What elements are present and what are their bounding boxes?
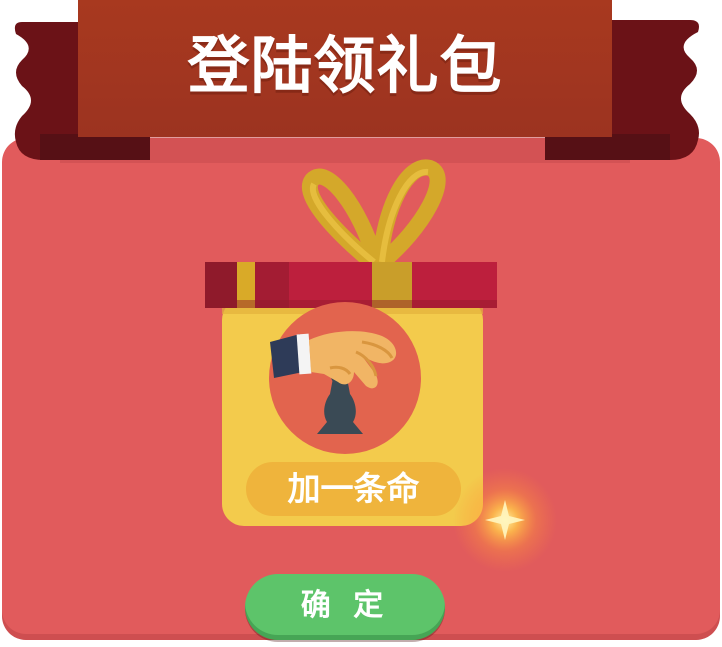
gift-box-lid — [205, 262, 497, 308]
page-title: 登陆领礼包 — [187, 29, 503, 102]
reward-label: 加一条命 — [246, 462, 461, 516]
confirm-button[interactable]: 确 定 — [245, 574, 445, 640]
right-ribbon-fold — [545, 134, 670, 160]
gift-bow — [301, 159, 446, 271]
left-ribbon-fold — [40, 134, 150, 160]
login-gift-popup: 登陆领礼包 加一条命 确 定 — [0, 0, 722, 647]
sparkle-icon — [453, 468, 557, 572]
